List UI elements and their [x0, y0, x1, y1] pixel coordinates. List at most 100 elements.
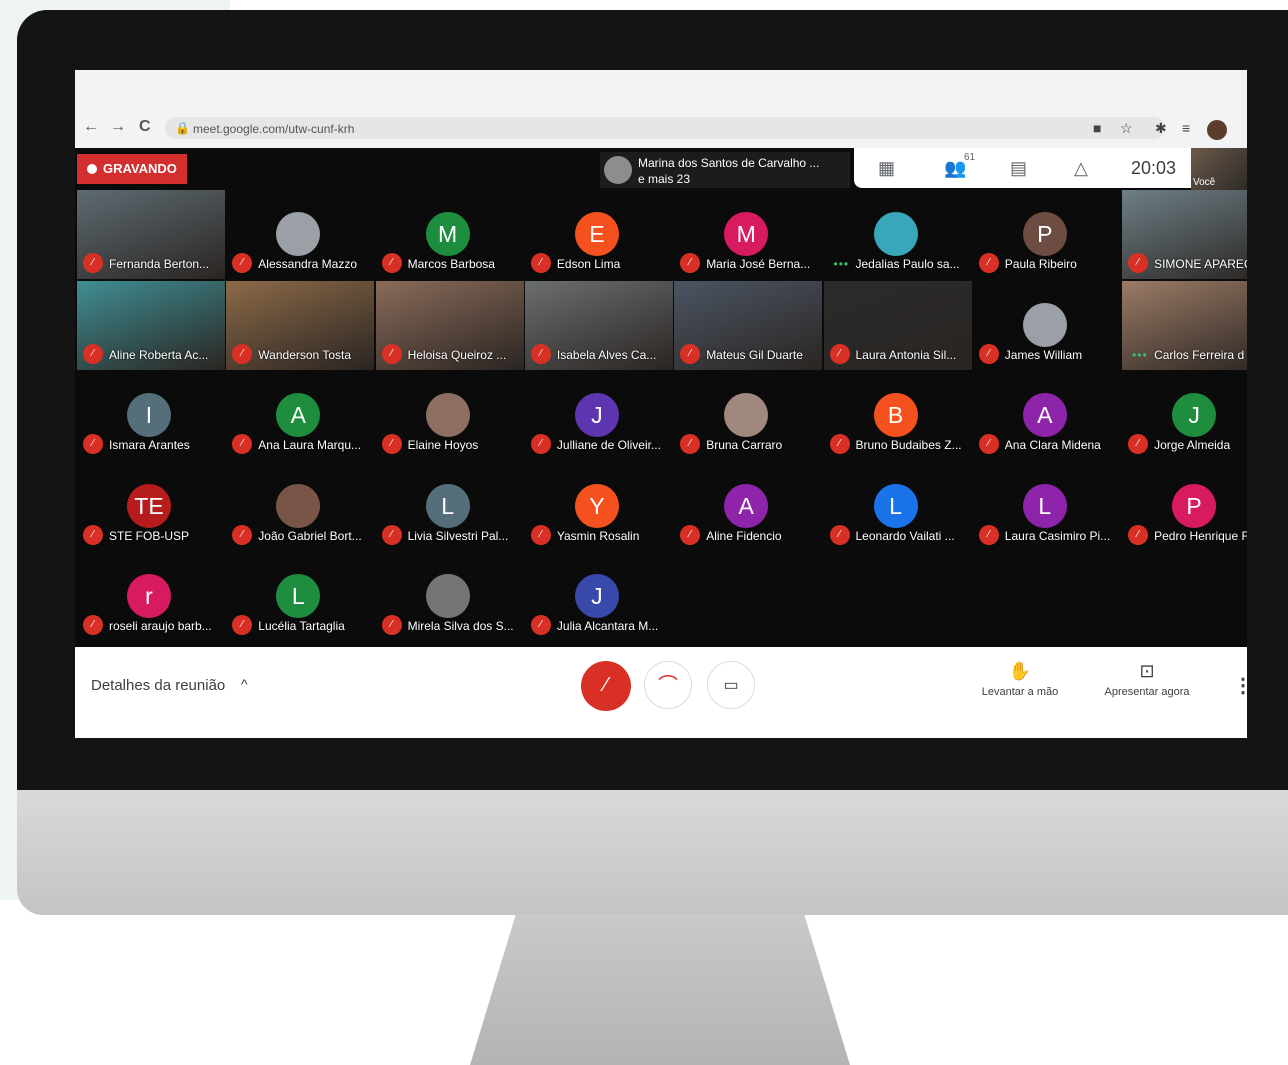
participant-tile[interactable]: L ⁄ Laura Casimiro Pi...	[973, 462, 1121, 551]
meet-topbar: ▦ 👥 61 ▤ △ 20:03	[854, 148, 1191, 188]
participant-tile[interactable]: M ⁄ Marcos Barbosa	[376, 190, 524, 279]
participant-tile[interactable]: ⁄ Bruna Carraro	[674, 371, 822, 460]
participant-avatar: B	[873, 393, 918, 437]
browser-profile-avatar[interactable]	[1207, 120, 1227, 140]
presenter-avatar	[604, 156, 632, 184]
participant-tile[interactable]: L ⁄ Livia Silvestri Pal...	[376, 462, 524, 551]
participant-avatar: A	[1022, 393, 1067, 437]
participant-tile[interactable]: J ⁄ Julliane de Oliveir...	[525, 371, 673, 460]
meet-stage: GRAVANDO Marina dos Santos de Carvalho .…	[75, 148, 1247, 647]
participant-tile[interactable]: A ⁄ Aline Fidencio	[674, 462, 822, 551]
participant-tile[interactable]: ⁄ Laura Antonia Sil...	[823, 280, 972, 370]
participant-name: Jedalias Paulo sa...	[855, 257, 960, 271]
participant-tile[interactable]: ⁄ SIMONE APAREC	[1122, 190, 1247, 279]
participant-tile[interactable]: A ⁄ Ana Laura Marqu...	[226, 371, 374, 460]
participant-tile[interactable]: ⁄ João Gabriel Bort...	[226, 462, 374, 551]
chevron-up-icon[interactable]: ^	[241, 676, 248, 692]
participant-avatar: L	[1022, 483, 1067, 528]
participant-tile[interactable]: ⁄ Fernanda Berton...	[77, 190, 225, 279]
participant-tile[interactable]: E ⁄ Edson Lima	[525, 190, 673, 279]
participant-tile[interactable]: r ⁄ roseli araujo barb...	[77, 552, 225, 641]
participant-name: Wanderson Tosta	[258, 347, 352, 362]
muted-mic-icon: ⁄	[381, 524, 402, 545]
back-icon[interactable]: ←	[83, 118, 99, 136]
participant-avatar	[425, 574, 470, 618]
muted-mic-icon: ⁄	[232, 524, 253, 545]
participant-avatar: I	[127, 393, 171, 437]
participant-name: Livia Silvestri Pal...	[407, 528, 509, 543]
participant-tile[interactable]: ⁄ James William	[973, 281, 1121, 370]
muted-mic-icon: ⁄	[978, 343, 999, 364]
participant-name: Bruna Carraro	[706, 438, 783, 452]
camera-toggle-button[interactable]: ▭	[707, 661, 755, 709]
participant-name: Fernanda Berton...	[109, 257, 210, 271]
reload-icon[interactable]: C	[139, 118, 151, 136]
participant-name: Jorge Almeida	[1154, 438, 1231, 452]
participant-tile[interactable]: B ⁄ Bruno Budaibes Z...	[824, 371, 972, 460]
participant-tile[interactable]: TE ⁄ STE FOB-USP	[77, 462, 225, 551]
monitor-chin	[17, 790, 1288, 915]
participant-name: Laura Casimiro Pi...	[1004, 528, 1111, 543]
participant-tile[interactable]: ⁄ Alessandra Mazzo	[226, 190, 374, 279]
participant-name: Maria José Berna...	[706, 257, 811, 271]
raise-hand-label: Levantar a mão	[981, 686, 1059, 698]
participant-tile[interactable]: P ⁄ Paula Ribeiro	[973, 190, 1121, 279]
muted-mic-icon: ⁄	[1128, 253, 1149, 273]
participant-name: Ana Clara Midena	[1004, 438, 1101, 452]
muted-mic-icon: ⁄	[680, 434, 701, 454]
chat-icon[interactable]: ▤	[1010, 158, 1027, 179]
present-now-button[interactable]: ⊡ Apresentar agora	[1092, 661, 1202, 698]
extensions-icon[interactable]: ✱	[1155, 120, 1167, 137]
mic-toggle-button[interactable]: ⁄	[581, 661, 631, 711]
muted-mic-icon: ⁄	[680, 253, 701, 273]
present-screen-icon: ⊡	[1139, 661, 1155, 681]
muted-mic-icon: ⁄	[232, 615, 253, 635]
participant-tile[interactable]: ••• Carlos Ferreira d	[1122, 280, 1247, 370]
participant-tile[interactable]: A ⁄ Ana Clara Midena	[973, 371, 1121, 460]
muted-mic-icon: ⁄	[83, 343, 103, 364]
muted-mic-icon: ⁄	[381, 615, 402, 635]
more-options-icon[interactable]: ⋮	[1233, 673, 1247, 698]
participant-avatar: L	[276, 574, 321, 618]
participant-avatar	[1022, 302, 1067, 347]
muted-mic-icon: ⁄	[83, 615, 103, 635]
raise-hand-button[interactable]: ✋ Levantar a mão	[965, 661, 1075, 698]
self-view-tile[interactable]: Você	[1191, 148, 1247, 190]
participant-tile[interactable]: ⁄ Mirela Silva dos S...	[376, 552, 524, 641]
media-queue-icon[interactable]: ≡	[1182, 120, 1190, 136]
participant-tile[interactable]: Y ⁄ Yasmin Rosalin	[525, 462, 673, 551]
participant-tile[interactable]: J ⁄ Jorge Almeida	[1122, 371, 1247, 460]
activities-icon[interactable]: △	[1074, 158, 1088, 179]
grid-view-icon[interactable]: ▦	[878, 158, 895, 179]
meeting-details-button[interactable]: Detalhes da reunião	[91, 677, 225, 694]
camera-ext-icon[interactable]: ■	[1093, 120, 1101, 136]
participant-tile[interactable]: M ⁄ Maria José Berna...	[674, 190, 822, 279]
browser-chrome: ← → C 🔒 meet.google.com/utw-cunf-krh ■ ☆…	[75, 70, 1247, 148]
participant-tile[interactable]: ⁄ Aline Roberta Ac...	[77, 280, 225, 370]
presenter-chip[interactable]: Marina dos Santos de Carvalho ... e mais…	[600, 152, 850, 188]
participant-tile[interactable]: ⁄ Isabela Alves Ca...	[524, 280, 673, 370]
participant-tile[interactable]: ••• Jedalias Paulo sa...	[824, 190, 972, 279]
forward-icon[interactable]: →	[110, 118, 126, 136]
participant-tile[interactable]: J ⁄ Julia Alcantara M...	[525, 552, 673, 641]
participant-tile[interactable]: ⁄ Mateus Gil Duarte	[674, 280, 823, 370]
participant-tile[interactable]: P ⁄ Pedro Henrique F	[1122, 462, 1247, 551]
meeting-clock: 20:03	[1131, 158, 1177, 178]
muted-mic-icon: ⁄	[829, 524, 850, 545]
muted-mic-icon: ⁄	[530, 434, 551, 454]
participant-name: Julia Alcantara M...	[556, 619, 659, 633]
participant-tile[interactable]: L ⁄ Lucélia Tartaglia	[226, 552, 374, 641]
url-text[interactable]: meet.google.com/utw-cunf-krh	[193, 122, 354, 136]
screen: ← → C 🔒 meet.google.com/utw-cunf-krh ■ ☆…	[75, 70, 1247, 738]
muted-mic-icon: ⁄	[978, 434, 999, 454]
participant-tile[interactable]: ⁄ Wanderson Tosta	[226, 280, 375, 370]
bookmark-star-icon[interactable]: ☆	[1120, 120, 1133, 137]
participant-tile[interactable]: ⁄ Elaine Hoyos	[376, 371, 524, 460]
presenter-more: e mais 23	[638, 172, 691, 186]
speaking-indicator-icon: •••	[1132, 347, 1148, 362]
participant-tile[interactable]: I ⁄ Ismara Arantes	[77, 371, 225, 460]
participant-name: João Gabriel Bort...	[258, 528, 362, 543]
leave-call-button[interactable]: ⌒	[644, 661, 692, 709]
participant-tile[interactable]: L ⁄ Leonardo Vailati ...	[824, 462, 972, 551]
participant-tile[interactable]: ⁄ Heloisa Queiroz ...	[375, 280, 524, 370]
